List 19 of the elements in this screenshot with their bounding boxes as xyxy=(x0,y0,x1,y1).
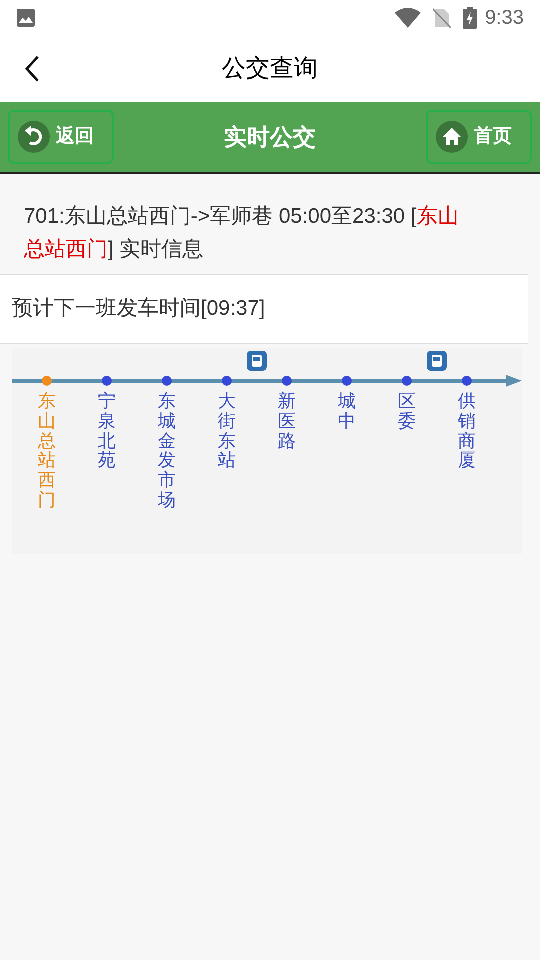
page-title: 公交查询 xyxy=(221,54,319,84)
next-departure: 预计下一班发车时间[09:37] xyxy=(12,296,266,322)
stop-name[interactable]: 新医路 xyxy=(278,392,296,452)
no-sim-icon xyxy=(433,8,452,28)
stop-name[interactable]: 大街东站 xyxy=(218,392,236,472)
stop-name[interactable]: 城中 xyxy=(338,392,356,432)
battery-icon xyxy=(463,7,478,29)
route-info: 701:东山总站西门->军师巷 05:00至23:30 [东山总站西门] 实时信息 xyxy=(23,204,460,263)
stop-name[interactable]: 东城金发市场 xyxy=(158,392,176,511)
back-icon xyxy=(24,55,40,83)
home-icon xyxy=(436,121,468,153)
header-title: 实时公交 xyxy=(224,122,316,152)
stop-name[interactable]: 宁泉北苑 xyxy=(98,392,116,472)
wifi-icon xyxy=(395,8,422,28)
image-icon xyxy=(16,8,36,28)
stop-name[interactable]: 区委 xyxy=(398,392,416,432)
stop-name[interactable]: 供销商厦 xyxy=(458,392,476,472)
undo-icon xyxy=(18,121,50,153)
status-time: 9:33 xyxy=(485,6,524,31)
